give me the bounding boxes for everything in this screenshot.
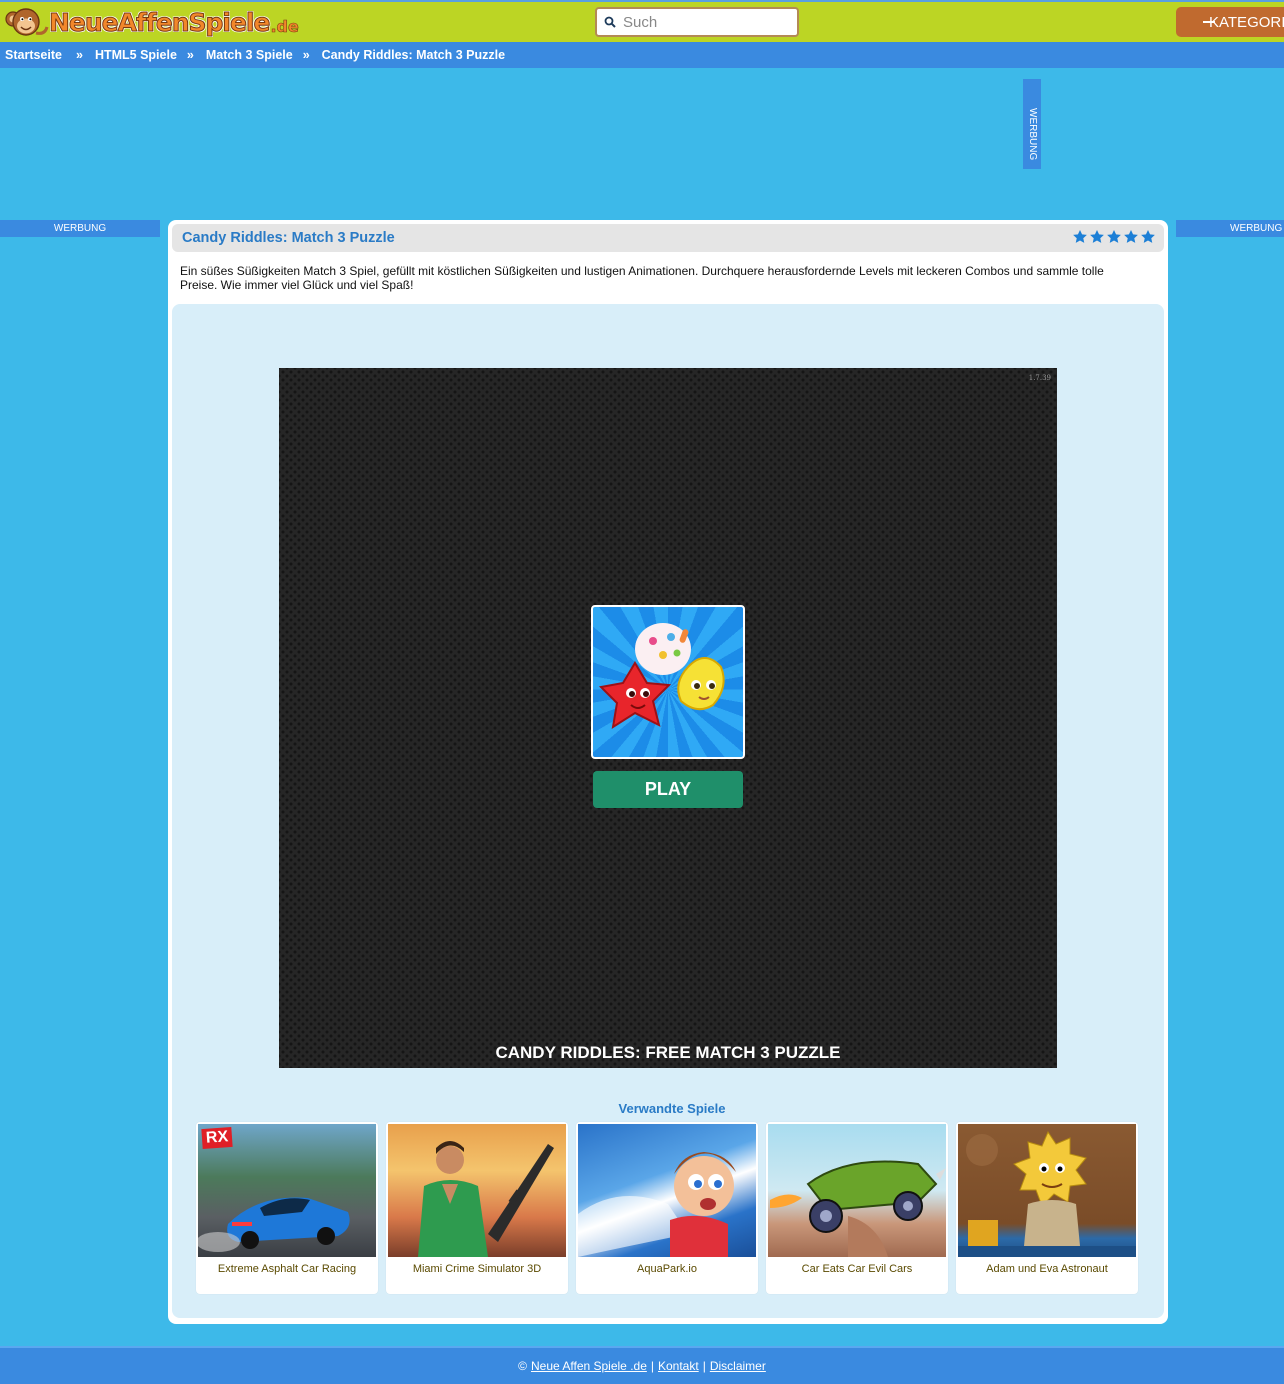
top-bar: NeueAffenSpiele .de KATEGORIEN [0,0,1284,42]
page-title: Candy Riddles: Match 3 Puzzle [182,230,395,246]
monkey-logo-icon [5,8,49,36]
gangster-icon [418,1141,554,1257]
related-game-card[interactable]: Adam und Eva Astronaut [956,1122,1138,1294]
breadcrumb-html5-link[interactable]: HTML5 Spiele [95,48,177,62]
categories-button[interactable]: KATEGORIEN [1176,7,1284,37]
breadcrumb-home-link[interactable]: Startseite [5,48,62,62]
game-thumbnail[interactable] [591,605,745,759]
monster-car-icon [770,1160,946,1257]
categories-label: KATEGORIEN [1209,13,1284,31]
footer-site-link[interactable]: Neue Affen Spiele .de [531,1359,647,1373]
logo-tld: .de [270,16,299,36]
related-game-card[interactable]: Miami Crime Simulator 3D [386,1122,568,1294]
search-icon[interactable] [604,16,616,28]
game-thumbnail[interactable] [958,1124,1136,1257]
footer: © Neue Affen Spiele .de | Kontakt | Disc… [0,1346,1284,1384]
game-container: 1.7.39 PLAY CANDY RIDDLES: FREE MATCH 3 … [172,304,1164,1318]
star-icon[interactable] [1140,229,1156,245]
game-version: 1.7.39 [1028,374,1051,382]
star-icon[interactable] [1089,229,1105,245]
caveman-icon [958,1130,1136,1257]
breadcrumb-separator: » [75,48,83,62]
ad-label-left: WERBUNG [0,220,160,237]
candy-characters-icon [598,623,725,730]
game-description: Ein süßes Süßigkeiten Match 3 Spiel, gef… [180,264,1104,292]
related-games-title: Verwandte Spiele [618,1101,726,1116]
footer-divider: | [702,1359,706,1373]
related-game-title: Extreme Asphalt Car Racing [217,1263,357,1275]
race-car-icon [198,1197,350,1252]
search-box [595,7,799,37]
footer-disclaimer-link[interactable]: Disclaimer [710,1359,766,1373]
game-thumbnail[interactable] [578,1124,756,1257]
site-logo[interactable]: NeueAffenSpiele .de [3,4,299,40]
breadcrumb-separator: » [186,48,194,62]
star-icon[interactable] [1106,229,1122,245]
breadcrumb-current[interactable]: Candy Riddles: Match 3 Puzzle [322,48,505,62]
game-thumbnail[interactable]: RX [198,1124,376,1257]
footer-divider: | [650,1359,654,1373]
related-game-card[interactable]: AquaPark.io [576,1122,758,1294]
related-game-title: Car Eats Car Evil Cars [801,1263,913,1275]
play-button[interactable]: PLAY [593,771,743,808]
star-icon[interactable] [1072,229,1088,245]
footer-contact-link[interactable]: Kontakt [658,1359,699,1373]
related-game-title: Miami Crime Simulator 3D [412,1263,542,1275]
related-game-title: AquaPark.io [637,1263,697,1275]
related-game-card[interactable]: Car Eats Car Evil Cars [766,1122,948,1294]
rating-stars[interactable] [1072,229,1156,245]
related-games-list: RX Extreme Asphalt Car Racing Miami Crim… [196,1122,1138,1294]
ad-label-right: WERBUNG [1176,220,1284,237]
game-canvas-title: CANDY RIDDLES: FREE MATCH 3 PUZZLE [495,1043,841,1062]
logo-wordmark: NeueAffenSpiele [48,7,270,37]
game-canvas[interactable]: 1.7.39 PLAY CANDY RIDDLES: FREE MATCH 3 … [279,368,1057,1068]
game-thumbnail[interactable] [388,1124,566,1257]
search-input[interactable] [623,13,793,31]
breadcrumb-match3-link[interactable]: Match 3 Spiele [206,48,293,62]
ad-label-top: WERBUNG [1023,79,1041,169]
star-icon[interactable] [1123,229,1139,245]
breadcrumb-separator: » [302,48,310,62]
main-panel: Candy Riddles: Match 3 Puzzle Ein süßes … [168,220,1168,1324]
breadcrumb: Startseite » HTML5 Spiele » Match 3 Spie… [0,42,1284,68]
water-slide-character-icon [578,1152,736,1257]
game-title-bar: Candy Riddles: Match 3 Puzzle [172,224,1164,252]
related-game-title: Adam und Eva Astronaut [986,1263,1108,1275]
copyright-symbol: © [518,1359,527,1373]
related-game-card[interactable]: RX Extreme Asphalt Car Racing [196,1122,378,1294]
game-thumbnail[interactable] [768,1124,946,1257]
